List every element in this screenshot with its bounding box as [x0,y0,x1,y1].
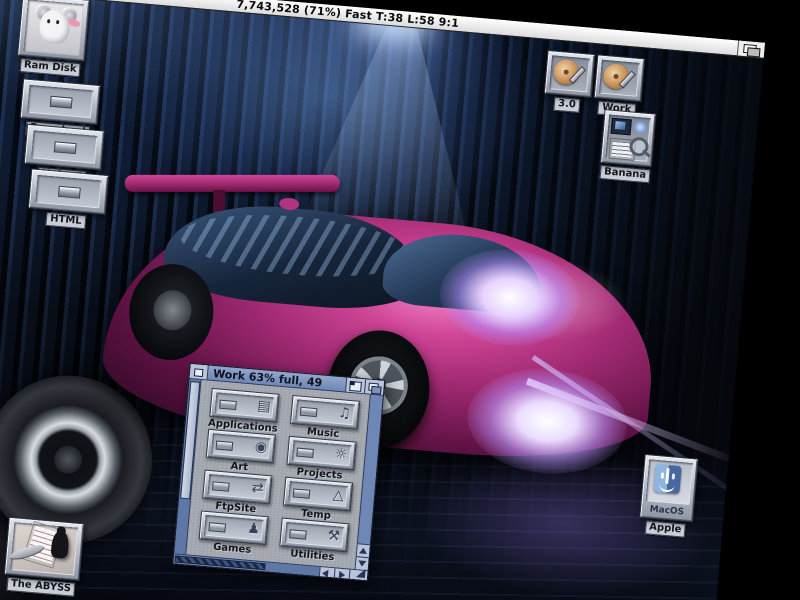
projects-emblem-icon: ☼ [334,444,348,465]
harddisk-icon [594,54,646,102]
resize-gadget[interactable] [349,570,368,581]
icon-label: 3.0 [553,97,580,113]
drawer-icon: ◉ [206,429,276,464]
drawer-label: Games [213,542,252,556]
desktop-icon-disk-work[interactable]: Work [592,54,645,118]
drawer-icon: ♟ [199,510,269,545]
drawer-icon [20,78,101,125]
utilities-emblem-icon: ⚒ [327,526,341,547]
drawer-art[interactable]: ◉ Art [202,428,280,475]
ftpsite-emblem-icon: ⇄ [251,478,264,499]
close-gadget[interactable] [190,364,209,380]
drawer-handle-icon [209,522,227,532]
art-emblem-icon: ◉ [254,437,268,458]
window-content: ▤ Applications ♫ Music [186,380,370,569]
drawer-utilities[interactable]: ⚒ Utilities [275,517,353,564]
macos-eye-icon [672,473,676,479]
drawer-handle-icon [292,488,310,498]
drawer-icon: △ [283,477,353,512]
car-rear-rim [152,289,193,332]
drawer-icon: ⚒ [279,517,349,552]
abyss-icon [4,517,85,581]
sports-car [97,167,665,470]
drawer-temp[interactable]: △ Temp [278,476,356,523]
scanner-icon [600,109,657,167]
arrow-right-icon [339,571,346,579]
macos-eye-icon [661,472,665,478]
music-emblem-icon: ♫ [337,403,351,424]
desktop-icon-ram-disk[interactable]: Ram Disk [16,0,91,78]
desktop-icon-banana[interactable]: Banana [599,109,657,183]
ram-icon-face-panel [23,0,83,56]
drawer-icon: ▤ [210,388,280,423]
macos-face-icon [653,464,681,494]
drawer-applications[interactable]: ▤ Applications [205,388,283,435]
drawer-icon [24,124,105,171]
desktop-icon-html[interactable]: HTML [26,168,109,231]
window-body: ▤ Applications ♫ Music [174,379,383,570]
depth-gadget[interactable] [364,379,384,395]
drawer-handle-icon [212,481,230,491]
monitor-icon [611,118,632,136]
arrow-up-icon [359,547,367,554]
work-window: Work 63% full, 49 ▤ Applications [172,363,385,581]
desktop-icon-macos[interactable]: MacOS Apple [638,454,699,538]
harddisk-icon [544,50,596,98]
ram-disk-icon [17,0,90,62]
car-spoiler [125,175,340,192]
macos-plate-text: MacOS [641,504,694,518]
magnifier-icon [629,136,650,157]
temp-emblem-icon: △ [332,485,344,506]
desktop-icon-the-abyss[interactable]: The ABYSS [2,517,84,597]
desktop-icon-disk-30[interactable]: 3.0 [542,50,595,114]
applications-emblem-icon: ▤ [257,396,272,417]
drawer-handle-icon [296,448,314,458]
zoom-gadget[interactable] [345,378,365,394]
scroll-right-gadget[interactable] [334,568,350,578]
drawer-icon: ☼ [286,436,356,471]
drawer-games[interactable]: ♟ Games [195,510,273,557]
screen-depth-gadget[interactable] [737,40,765,57]
scroll-left-gadget[interactable] [319,567,335,577]
arrow-left-icon [322,569,329,577]
drawer-handle-icon [50,96,73,109]
drawer-handle-icon [300,407,318,417]
drawer-projects[interactable]: ☼ Projects [282,436,360,483]
drawer-icon: ♫ [290,395,360,430]
amiga-screen: 7,743,528 (71%) Fast T:38 L:58 9:1 Ram D… [0,0,765,600]
drawer-icon: ⇄ [202,470,272,505]
arrow-down-icon [358,560,366,567]
scroll-up-gadget[interactable] [357,543,370,557]
drawer-music[interactable]: ♫ Music [285,395,363,442]
drawer-handle-icon [219,400,237,410]
drawer-ftpsite[interactable]: ⇄ FtpSite [198,469,276,516]
drawer-handle-icon [54,141,77,154]
crt-black-surround: 7,743,528 (71%) Fast T:38 L:58 9:1 Ram D… [0,0,800,600]
drawer-handle-icon [58,186,81,199]
macos-icon: MacOS [639,454,698,522]
drawer-handle-icon [289,529,307,539]
drawer-icon [28,168,109,215]
car-spoiler-strut [213,190,225,212]
drawer-handle-icon [216,441,234,451]
games-emblem-icon: ♟ [247,519,261,540]
